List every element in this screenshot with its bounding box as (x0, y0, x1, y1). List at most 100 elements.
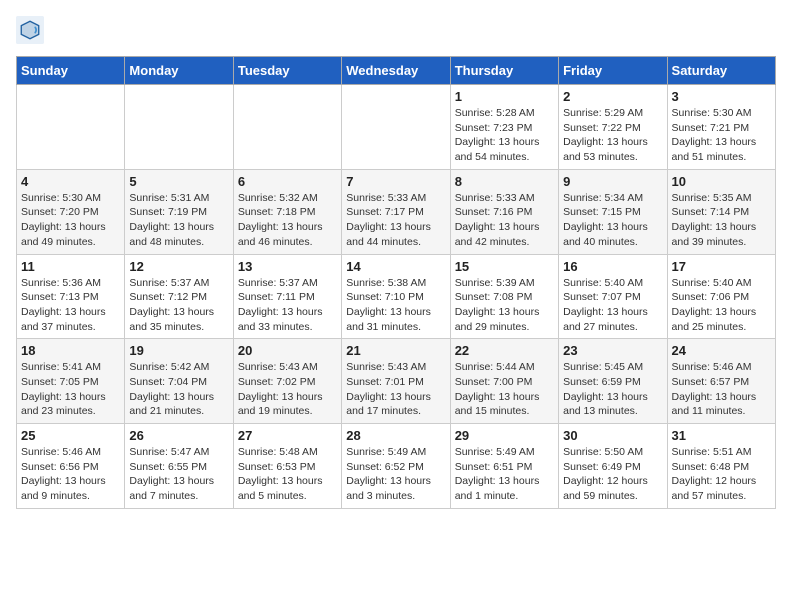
day-info: Sunrise: 5:50 AM Sunset: 6:49 PM Dayligh… (563, 445, 662, 504)
calendar-cell: 1 Sunrise: 5:28 AM Sunset: 7:23 PM Daylig… (450, 85, 558, 170)
day-number: 30 (563, 428, 662, 443)
calendar-cell: 27 Sunrise: 5:48 AM Sunset: 6:53 PM Dayli… (233, 424, 341, 509)
calendar-cell: 8Sunrise: 5:33 AM Sunset: 7:16 PM Daylig… (450, 169, 558, 254)
day-info: Sunrise: 5:34 AM Sunset: 7:15 PM Dayligh… (563, 191, 662, 250)
day-info: Sunrise: 5:43 AM Sunset: 7:01 PM Dayligh… (346, 360, 445, 419)
calendar: SundayMondayTuesdayWednesdayThursdayFrid… (16, 56, 776, 509)
day-number: 29 (455, 428, 554, 443)
day-number: 11 (21, 259, 120, 274)
weekday-header-wednesday: Wednesday (342, 57, 450, 85)
weekday-header-tuesday: Tuesday (233, 57, 341, 85)
day-number: 20 (238, 343, 337, 358)
day-number: 12 (129, 259, 228, 274)
calendar-cell: 22 Sunrise: 5:44 AM Sunset: 7:00 PM Dayli… (450, 339, 558, 424)
calendar-cell: 24 Sunrise: 5:46 AM Sunset: 6:57 PM Dayli… (667, 339, 775, 424)
calendar-cell: 3 Sunrise: 5:30 AM Sunset: 7:21 PM Daylig… (667, 85, 775, 170)
day-number: 27 (238, 428, 337, 443)
day-number: 7 (346, 174, 445, 189)
day-number: 5 (129, 174, 228, 189)
day-info: Sunrise: 5:46 AM Sunset: 6:56 PM Dayligh… (21, 445, 120, 504)
logo (16, 16, 48, 44)
calendar-cell: 23 Sunrise: 5:45 AM Sunset: 6:59 PM Dayli… (559, 339, 667, 424)
calendar-cell: 19 Sunrise: 5:42 AM Sunset: 7:04 PM Dayli… (125, 339, 233, 424)
day-info: Sunrise: 5:33 AM Sunset: 7:17 PM Dayligh… (346, 191, 445, 250)
day-info: Sunrise: 5:49 AM Sunset: 6:52 PM Dayligh… (346, 445, 445, 504)
day-info: Sunrise: 5:40 AM Sunset: 7:07 PM Dayligh… (563, 276, 662, 335)
day-info: Sunrise: 5:42 AM Sunset: 7:04 PM Dayligh… (129, 360, 228, 419)
calendar-cell: 21 Sunrise: 5:43 AM Sunset: 7:01 PM Dayli… (342, 339, 450, 424)
day-info: Sunrise: 5:28 AM Sunset: 7:23 PM Dayligh… (455, 106, 554, 165)
day-info: Sunrise: 5:31 AM Sunset: 7:19 PM Dayligh… (129, 191, 228, 250)
calendar-cell: 15 Sunrise: 5:39 AM Sunset: 7:08 PM Dayli… (450, 254, 558, 339)
weekday-header-saturday: Saturday (667, 57, 775, 85)
day-number: 22 (455, 343, 554, 358)
day-info: Sunrise: 5:36 AM Sunset: 7:13 PM Dayligh… (21, 276, 120, 335)
day-number: 24 (672, 343, 771, 358)
calendar-cell (125, 85, 233, 170)
day-info: Sunrise: 5:43 AM Sunset: 7:02 PM Dayligh… (238, 360, 337, 419)
logo-icon (16, 16, 44, 44)
calendar-cell: 5 Sunrise: 5:31 AM Sunset: 7:19 PM Daylig… (125, 169, 233, 254)
calendar-cell: 25 Sunrise: 5:46 AM Sunset: 6:56 PM Dayli… (17, 424, 125, 509)
day-info: Sunrise: 5:30 AM Sunset: 7:20 PM Dayligh… (21, 191, 120, 250)
calendar-cell: 10 Sunrise: 5:35 AM Sunset: 7:14 PM Dayli… (667, 169, 775, 254)
day-info: Sunrise: 5:37 AM Sunset: 7:12 PM Dayligh… (129, 276, 228, 335)
day-info: Sunrise: 5:47 AM Sunset: 6:55 PM Dayligh… (129, 445, 228, 504)
day-info: Sunrise: 5:39 AM Sunset: 7:08 PM Dayligh… (455, 276, 554, 335)
calendar-cell: 9 Sunrise: 5:34 AM Sunset: 7:15 PM Daylig… (559, 169, 667, 254)
day-number: 16 (563, 259, 662, 274)
day-info: Sunrise: 5:33 AM Sunset: 7:16 PM Dayligh… (455, 191, 554, 250)
weekday-header-sunday: Sunday (17, 57, 125, 85)
day-info: Sunrise: 5:51 AM Sunset: 6:48 PM Dayligh… (672, 445, 771, 504)
calendar-cell: 29Sunrise: 5:49 AM Sunset: 6:51 PM Dayli… (450, 424, 558, 509)
day-number: 9 (563, 174, 662, 189)
day-info: Sunrise: 5:32 AM Sunset: 7:18 PM Dayligh… (238, 191, 337, 250)
weekday-header-thursday: Thursday (450, 57, 558, 85)
calendar-cell: 20 Sunrise: 5:43 AM Sunset: 7:02 PM Dayli… (233, 339, 341, 424)
calendar-cell (233, 85, 341, 170)
day-number: 25 (21, 428, 120, 443)
day-info: Sunrise: 5:29 AM Sunset: 7:22 PM Dayligh… (563, 106, 662, 165)
day-info: Sunrise: 5:37 AM Sunset: 7:11 PM Dayligh… (238, 276, 337, 335)
day-info: Sunrise: 5:41 AM Sunset: 7:05 PM Dayligh… (21, 360, 120, 419)
weekday-header-monday: Monday (125, 57, 233, 85)
day-number: 6 (238, 174, 337, 189)
day-info: Sunrise: 5:45 AM Sunset: 6:59 PM Dayligh… (563, 360, 662, 419)
calendar-cell: 18 Sunrise: 5:41 AM Sunset: 7:05 PM Dayli… (17, 339, 125, 424)
calendar-cell: 6 Sunrise: 5:32 AM Sunset: 7:18 PM Daylig… (233, 169, 341, 254)
calendar-cell: 17 Sunrise: 5:40 AM Sunset: 7:06 PM Dayli… (667, 254, 775, 339)
calendar-cell: 7 Sunrise: 5:33 AM Sunset: 7:17 PM Daylig… (342, 169, 450, 254)
day-info: Sunrise: 5:35 AM Sunset: 7:14 PM Dayligh… (672, 191, 771, 250)
calendar-cell (17, 85, 125, 170)
day-number: 26 (129, 428, 228, 443)
calendar-cell: 30 Sunrise: 5:50 AM Sunset: 6:49 PM Dayli… (559, 424, 667, 509)
day-number: 18 (21, 343, 120, 358)
day-number: 3 (672, 89, 771, 104)
day-number: 31 (672, 428, 771, 443)
calendar-cell: 28 Sunrise: 5:49 AM Sunset: 6:52 PM Dayli… (342, 424, 450, 509)
calendar-cell: 11 Sunrise: 5:36 AM Sunset: 7:13 PM Dayli… (17, 254, 125, 339)
day-number: 13 (238, 259, 337, 274)
calendar-cell: 12 Sunrise: 5:37 AM Sunset: 7:12 PM Dayli… (125, 254, 233, 339)
calendar-cell (342, 85, 450, 170)
day-info: Sunrise: 5:44 AM Sunset: 7:00 PM Dayligh… (455, 360, 554, 419)
day-info: Sunrise: 5:46 AM Sunset: 6:57 PM Dayligh… (672, 360, 771, 419)
day-number: 23 (563, 343, 662, 358)
day-info: Sunrise: 5:48 AM Sunset: 6:53 PM Dayligh… (238, 445, 337, 504)
day-number: 1 (455, 89, 554, 104)
day-info: Sunrise: 5:30 AM Sunset: 7:21 PM Dayligh… (672, 106, 771, 165)
day-info: Sunrise: 5:38 AM Sunset: 7:10 PM Dayligh… (346, 276, 445, 335)
day-number: 21 (346, 343, 445, 358)
day-number: 28 (346, 428, 445, 443)
calendar-cell: 16 Sunrise: 5:40 AM Sunset: 7:07 PM Dayli… (559, 254, 667, 339)
calendar-cell: 13 Sunrise: 5:37 AM Sunset: 7:11 PM Dayli… (233, 254, 341, 339)
calendar-cell: 14 Sunrise: 5:38 AM Sunset: 7:10 PM Dayli… (342, 254, 450, 339)
day-info: Sunrise: 5:40 AM Sunset: 7:06 PM Dayligh… (672, 276, 771, 335)
day-number: 10 (672, 174, 771, 189)
calendar-cell: 4Sunrise: 5:30 AM Sunset: 7:20 PM Daylig… (17, 169, 125, 254)
calendar-cell: 2Sunrise: 5:29 AM Sunset: 7:22 PM Daylig… (559, 85, 667, 170)
day-number: 19 (129, 343, 228, 358)
day-number: 15 (455, 259, 554, 274)
day-number: 17 (672, 259, 771, 274)
day-number: 14 (346, 259, 445, 274)
